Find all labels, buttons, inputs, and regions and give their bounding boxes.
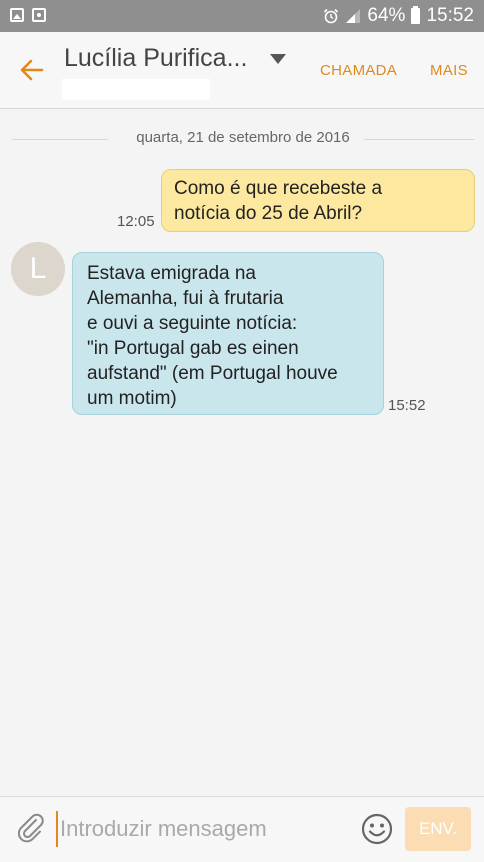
- notification-icons: [10, 8, 46, 22]
- message-input[interactable]: [56, 811, 352, 847]
- emoji-icon[interactable]: [360, 812, 394, 846]
- message-composer: ENV.: [0, 796, 484, 862]
- contact-name[interactable]: Lucília Purifica...: [64, 44, 247, 73]
- date-divider: quarta, 21 de setembro de 2016: [12, 128, 474, 150]
- battery-percent: 64%: [367, 5, 406, 26]
- message-text-line: um motim): [87, 388, 177, 409]
- conversation-date: quarta, 21 de setembro de 2016: [136, 129, 350, 146]
- divider-line: [364, 139, 474, 140]
- contact-number-field: [62, 79, 210, 100]
- save-icon: [32, 8, 46, 22]
- message-text-line: e ouvi a seguinte notícia:: [87, 313, 298, 334]
- contact-avatar[interactable]: L: [11, 242, 65, 296]
- status-bar: 64% 15:52: [0, 0, 484, 32]
- image-icon: [10, 8, 24, 22]
- paperclip-icon[interactable]: [14, 811, 48, 845]
- battery-icon: [411, 6, 421, 24]
- system-status: 64% 15:52: [323, 4, 474, 28]
- message-text-line: Estava emigrada na: [87, 263, 256, 284]
- back-arrow-icon[interactable]: [14, 52, 50, 88]
- message-text-line: Alemanha, fui à frutaria: [87, 288, 284, 309]
- conversation-header: Lucília Purifica... CHAMADA MAIS: [0, 32, 484, 109]
- signal-icon: [346, 9, 361, 23]
- received-message-bubble[interactable]: Estava emigrada na Alemanha, fui à fruta…: [72, 252, 384, 415]
- sent-message-time: 12:05: [117, 213, 155, 230]
- clock: 15:52: [426, 5, 474, 26]
- message-text-line: "in Portugal gab es einen: [87, 338, 299, 359]
- sent-message-bubble[interactable]: Como é que recebeste a notícia do 25 de …: [161, 169, 475, 232]
- message-text-line: aufstand" (em Portugal houve: [87, 363, 338, 384]
- message-text-line: Como é que recebeste a: [174, 178, 383, 199]
- alarm-icon: [324, 8, 339, 24]
- message-text-line: notícia do 25 de Abril?: [174, 203, 363, 224]
- call-button[interactable]: CHAMADA: [320, 62, 397, 79]
- send-button[interactable]: ENV.: [405, 807, 471, 851]
- received-message-time: 15:52: [388, 397, 426, 414]
- dropdown-triangle-icon[interactable]: [270, 54, 286, 64]
- more-button[interactable]: MAIS: [430, 62, 468, 79]
